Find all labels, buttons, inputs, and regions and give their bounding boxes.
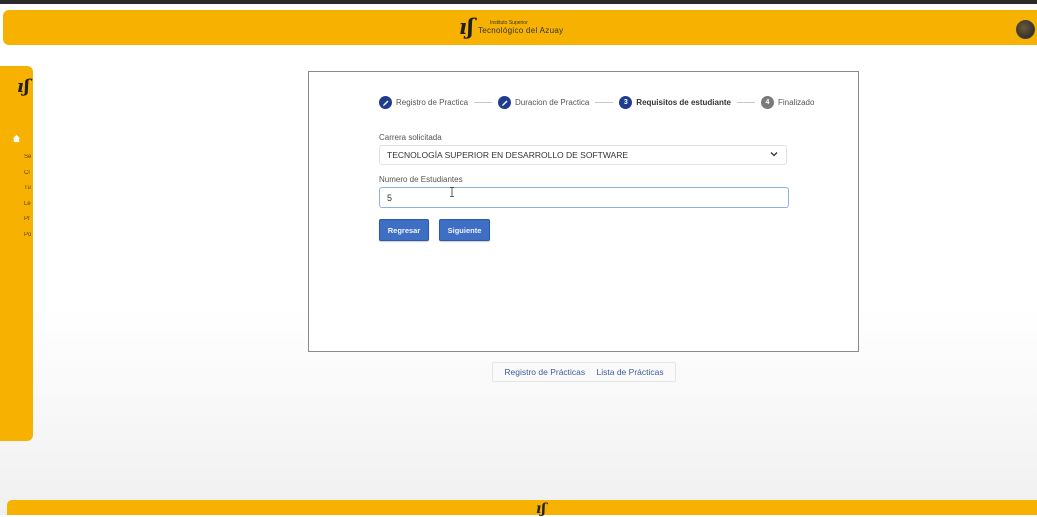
sidebar-item-6[interactable]: Po xyxy=(24,232,33,248)
step-label: Finalizado xyxy=(777,98,815,107)
students-label: Numero de Estudiantes xyxy=(379,175,463,184)
logo-mark: ıʃ xyxy=(459,14,474,39)
next-button[interactable]: Siguiente xyxy=(439,219,490,241)
practice-form-card: Registro de Practica Duracion de Practic… xyxy=(308,71,859,352)
step-label: Registro de Practica xyxy=(396,98,469,107)
step-number: 3 xyxy=(619,96,633,109)
app-header: ıʃ Instituto Superior Tecnológico del Az… xyxy=(3,10,1037,45)
career-select-value: TECNOLOGÍA SUPERIOR EN DESARROLLO DE SOF… xyxy=(387,150,629,160)
step-label: Duracion de Practica xyxy=(515,98,590,107)
pencil-icon xyxy=(379,96,392,109)
link-registro-practicas[interactable]: Registro de Prácticas xyxy=(504,367,585,377)
home-icon[interactable] xyxy=(12,134,21,143)
institution-logo[interactable]: ıʃ Instituto Superior Tecnológico del Az… xyxy=(459,16,563,38)
step-label: Requisitos de estudiante xyxy=(636,98,731,107)
step-connector xyxy=(736,102,755,103)
career-label: Carrera solicitada xyxy=(379,133,442,142)
chevron-down-icon xyxy=(770,152,778,157)
step-duracion[interactable]: Duracion de Practica xyxy=(498,96,589,109)
step-finalizado[interactable]: 4 Finalizado xyxy=(760,96,815,109)
back-button[interactable]: Regresar xyxy=(379,219,429,241)
browser-top-strip xyxy=(0,0,1037,4)
students-input[interactable] xyxy=(379,187,789,208)
sidebar-item-4[interactable]: Le xyxy=(24,201,33,217)
step-number: 4 xyxy=(760,96,774,109)
pencil-icon xyxy=(498,96,512,109)
sidebar-logo: ıʃ xyxy=(17,76,30,97)
sidebar-item-1[interactable]: Se xyxy=(24,154,33,170)
sidebar-item-2[interactable]: Cl xyxy=(24,170,33,186)
logo-title: Tecnológico del Azuay xyxy=(477,26,564,35)
app-footer: ıʃ xyxy=(7,500,1037,517)
stepper: Registro de Practica Duracion de Practic… xyxy=(379,96,814,109)
text-cursor-icon xyxy=(450,187,454,197)
sidebar-item-5[interactable]: Pr xyxy=(24,216,33,232)
career-select[interactable]: TECNOLOGÍA SUPERIOR EN DESARROLLO DE SOF… xyxy=(379,145,787,165)
user-avatar[interactable] xyxy=(1016,20,1035,39)
bottom-nav-links: Registro de Prácticas Lista de Prácticas xyxy=(492,362,676,382)
step-requisitos[interactable]: 3 Requisitos de estudiante xyxy=(619,96,731,109)
step-connector xyxy=(595,102,614,103)
link-lista-practicas[interactable]: Lista de Prácticas xyxy=(597,367,664,377)
step-connector xyxy=(474,102,493,103)
sidebar: ıʃ Se Cl Tu Le Pr Po xyxy=(0,66,33,441)
sidebar-item-3[interactable]: Tu xyxy=(24,185,33,201)
step-registro[interactable]: Registro de Practica xyxy=(379,96,468,109)
